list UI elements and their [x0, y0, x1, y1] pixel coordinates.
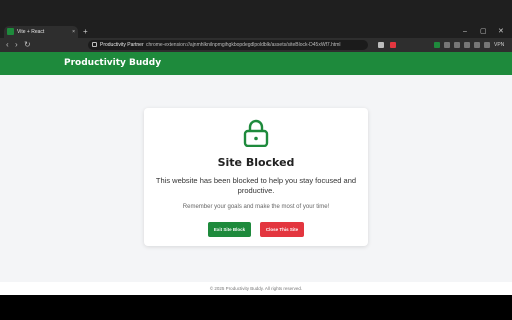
address-url: chrome-extension://ajnmhlknilnpmgihgkbop…	[146, 42, 341, 48]
profile-icon[interactable]	[474, 42, 480, 48]
tab-close-button[interactable]: ×	[72, 27, 75, 37]
new-tab-button[interactable]: +	[83, 26, 88, 38]
blocked-title: Site Blocked	[217, 156, 295, 169]
close-site-button[interactable]: Close This Site	[260, 222, 304, 237]
copyright-text: © 2025 Productivity Buddy. All rights re…	[209, 286, 303, 291]
wallet-icon[interactable]	[464, 42, 470, 48]
lock-icon	[243, 119, 269, 147]
browser-tab[interactable]: Vite + React ×	[4, 26, 78, 38]
extension-icon[interactable]	[434, 42, 440, 48]
close-window-button[interactable]: ✕	[498, 26, 504, 38]
extension-page-icon	[92, 42, 97, 47]
extensions-icon[interactable]	[444, 42, 450, 48]
app-header: Productivity Buddy	[0, 52, 512, 75]
address-bar[interactable]: Productivity Partner chrome-extension://…	[88, 40, 368, 50]
blocked-card: Site Blocked This website has been block…	[144, 108, 368, 246]
maximize-button[interactable]: ▢	[480, 26, 487, 38]
vpn-label[interactable]: VPN	[494, 39, 504, 51]
forward-button[interactable]: ›	[15, 39, 18, 51]
bottom-letterbox	[0, 295, 512, 320]
address-site-name: Productivity Partner	[100, 42, 144, 48]
blocked-message: This website has been blocked to help yo…	[155, 176, 357, 195]
reload-button[interactable]: ↻	[24, 39, 31, 51]
page-footer: © 2025 Productivity Buddy. All rights re…	[0, 282, 512, 295]
tab-favicon-icon	[7, 28, 14, 35]
main-content: Site Blocked This website has been block…	[0, 75, 512, 282]
sidebar-icon[interactable]	[454, 42, 460, 48]
rewards-icon[interactable]	[390, 42, 396, 48]
exit-site-block-button[interactable]: Exit Site Block	[208, 222, 251, 237]
browser-tab-bar: Vite + React × + – ▢ ✕	[0, 0, 512, 38]
brand-title: Productivity Buddy	[64, 58, 162, 68]
tab-title: Vite + React	[17, 29, 45, 35]
minimize-button[interactable]: –	[463, 26, 467, 38]
browser-toolbar: ‹ › ↻ Productivity Partner chrome-extens…	[0, 38, 512, 52]
back-button[interactable]: ‹	[6, 39, 9, 51]
motivation-note: Remember your goals and make the most of…	[182, 204, 330, 210]
menu-icon[interactable]	[484, 42, 490, 48]
brave-shield-icon[interactable]	[378, 42, 384, 48]
